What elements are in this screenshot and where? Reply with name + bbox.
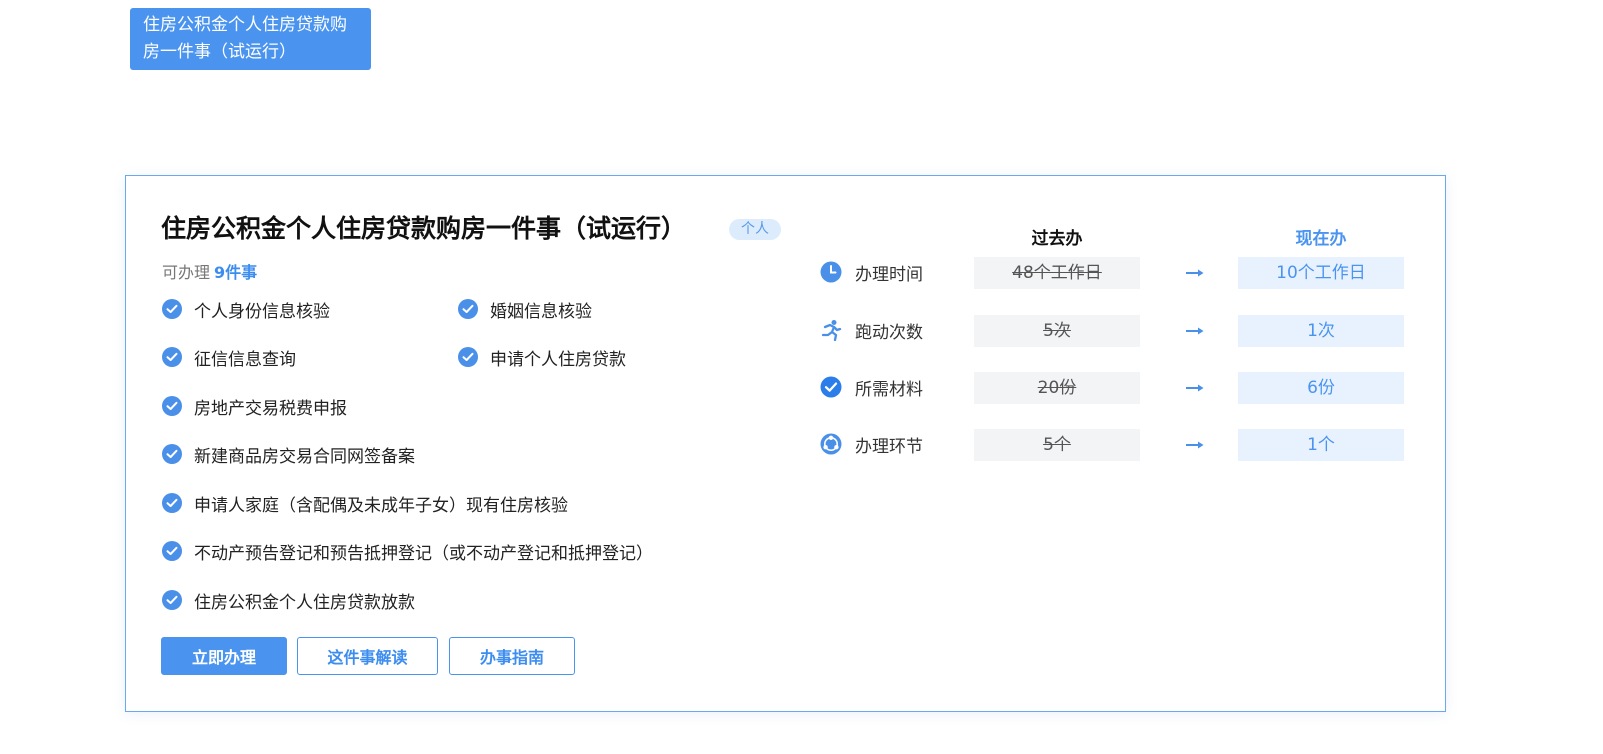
check-icon [162, 347, 182, 367]
list-item-label: 住房公积金个人住房贷款放款 [194, 592, 415, 613]
list-item: 个人身份信息核验 [162, 297, 330, 322]
list-item: 住房公积金个人住房贷款放款 [162, 588, 415, 613]
check-icon [458, 347, 478, 367]
list-item: 不动产预告登记和预告抵押登记（或不动产登记和抵押登记） [162, 539, 653, 564]
check-circle-icon [820, 376, 842, 398]
stat-label-text: 办理环节 [855, 436, 923, 457]
clock-icon [820, 261, 842, 283]
check-icon [162, 493, 182, 513]
now-value: 1次 [1238, 315, 1404, 347]
past-value: 5个 [974, 429, 1140, 461]
now-value: 1个 [1238, 429, 1404, 461]
stat-row-time: 办理时间 [820, 256, 923, 288]
list-item: 新建商品房交易合同网签备案 [162, 442, 415, 467]
list-item-label: 申请人家庭（含配偶及未成年子女）现有住房核验 [194, 495, 568, 516]
list-item-label: 个人身份信息核验 [194, 301, 330, 322]
now-header: 现在办 [1295, 229, 1347, 249]
arrow-right-icon [1186, 315, 1204, 347]
list-item: 婚姻信息核验 [458, 297, 592, 322]
list-item: 申请个人住房贷款 [458, 345, 626, 370]
item-count-prefix: 可办理 [162, 263, 211, 282]
list-item-label: 不动产预告登记和预告抵押登记（或不动产登记和抵押登记） [194, 543, 653, 564]
arrow-right-icon [1186, 372, 1204, 404]
check-icon [162, 396, 182, 416]
list-item-label: 征信信息查询 [194, 349, 296, 370]
service-tab[interactable]: 住房公积金个人住房贷款购房一件事（试运行） [130, 8, 371, 70]
check-icon [162, 541, 182, 561]
steps-icon [820, 433, 842, 455]
list-item-label: 房地产交易税费申报 [194, 398, 347, 419]
now-value: 10个工作日 [1238, 257, 1404, 289]
audience-badge: 个人 [729, 219, 781, 240]
past-value: 48个工作日 [974, 257, 1140, 289]
stat-label-text: 跑动次数 [855, 322, 923, 343]
stat-row-visits: 跑动次数 [820, 314, 923, 346]
check-icon [458, 299, 478, 319]
past-header: 过去办 [1031, 229, 1083, 249]
item-count: 可办理 9件事 [162, 259, 257, 283]
arrow-right-icon [1186, 429, 1204, 461]
explain-button[interactable]: 这件事解读 [297, 637, 438, 675]
guide-button[interactable]: 办事指南 [449, 637, 575, 675]
card-title: 住房公积金个人住房贷款购房一件事（试运行） [161, 214, 687, 243]
stat-row-materials: 所需材料 [820, 371, 923, 403]
list-item-label: 新建商品房交易合同网签备案 [194, 446, 415, 467]
check-icon [162, 590, 182, 610]
stat-label-text: 办理时间 [855, 264, 923, 285]
item-count-value: 9件事 [214, 263, 258, 282]
arrow-right-icon [1186, 257, 1204, 289]
list-item-label: 婚姻信息核验 [490, 301, 592, 322]
list-item-label: 申请个人住房贷款 [490, 349, 626, 370]
service-card: 住房公积金个人住房贷款购房一件事（试运行） 个人 可办理 9件事 个人身份信息核验… [125, 175, 1446, 712]
apply-now-button[interactable]: 立即办理 [161, 637, 287, 675]
now-value: 6份 [1238, 372, 1404, 404]
check-icon [162, 299, 182, 319]
check-icon [162, 444, 182, 464]
stat-label-text: 所需材料 [855, 379, 923, 400]
past-value: 20份 [974, 372, 1140, 404]
running-icon [820, 319, 842, 341]
list-item: 征信信息查询 [162, 345, 296, 370]
stat-row-steps: 办理环节 [820, 428, 923, 460]
list-item: 房地产交易税费申报 [162, 394, 347, 419]
list-item: 申请人家庭（含配偶及未成年子女）现有住房核验 [162, 491, 568, 516]
past-value: 5次 [974, 315, 1140, 347]
